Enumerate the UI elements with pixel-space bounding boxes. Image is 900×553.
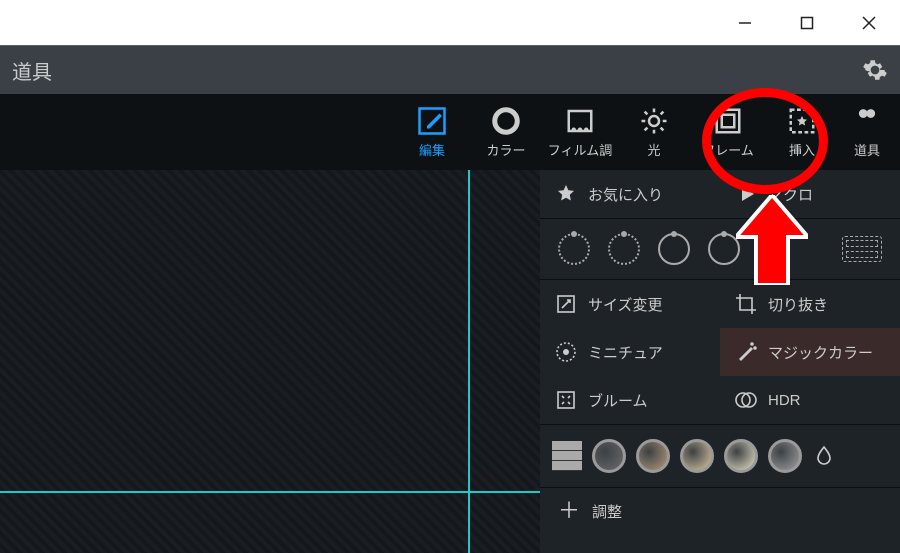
panel-crop-label: 切り抜き [768, 294, 828, 315]
gear-icon [862, 57, 888, 83]
edit-icon [417, 106, 447, 136]
wand-icon [734, 340, 758, 364]
tab-color[interactable]: カラー [470, 94, 542, 170]
panel-adjust[interactable]: ＋ 調整 [540, 487, 900, 534]
panel-hdr[interactable]: HDR [720, 376, 900, 424]
tools-icon [852, 106, 882, 136]
rotate-knob-2[interactable] [608, 233, 640, 265]
color-palette-row [540, 424, 900, 487]
close-icon [862, 16, 876, 30]
workspace: お気に入り マクロ サイズ変更 切り抜き [0, 170, 900, 553]
panel-crop[interactable]: 切り抜き [720, 280, 900, 328]
settings-button[interactable] [862, 57, 888, 83]
compare-button[interactable] [842, 236, 882, 262]
rotate-knob-3[interactable] [658, 233, 690, 265]
minimize-button[interactable] [714, 0, 776, 45]
swatch-2[interactable] [636, 439, 670, 473]
tab-color-label: カラー [486, 140, 525, 159]
swatch-4[interactable] [724, 439, 758, 473]
swatch-1[interactable] [592, 439, 626, 473]
tab-edit-label: 編集 [419, 140, 445, 159]
panel-hdr-label: HDR [768, 392, 801, 409]
star-icon [554, 182, 578, 206]
maximize-button[interactable] [776, 0, 838, 45]
panel-favorites[interactable]: お気に入り [540, 170, 720, 218]
swatch-3[interactable] [680, 439, 714, 473]
resize-icon [554, 292, 578, 316]
play-icon [734, 182, 758, 206]
menubar-title: 道具 [12, 56, 52, 85]
miniature-icon [554, 340, 578, 364]
panel-resize[interactable]: サイズ変更 [540, 280, 720, 328]
tab-frame-label: フレーム [702, 140, 754, 159]
tab-light-label: 光 [647, 140, 660, 159]
panel-bloom-label: ブルーム [588, 390, 648, 411]
panel-miniature[interactable]: ミニチュア [540, 328, 720, 376]
tab-edit[interactable]: 編集 [396, 94, 468, 170]
droplet-icon[interactable] [812, 444, 836, 468]
close-button[interactable] [838, 0, 900, 45]
bloom-icon [554, 388, 578, 412]
tab-film-label: フィルム調 [548, 140, 612, 159]
tabstrip: 編集 カラー フィルム調 光 フレーム 挿入 道具 [0, 94, 900, 170]
panel-macro-label: マクロ [768, 184, 813, 205]
hdr-icon [734, 388, 758, 412]
panel-bloom[interactable]: ブルーム [540, 376, 720, 424]
panel-favorites-label: お気に入り [588, 184, 663, 205]
tab-light[interactable]: 光 [618, 94, 690, 170]
swatch-5[interactable] [768, 439, 802, 473]
light-icon [639, 106, 669, 136]
tab-frame[interactable]: フレーム [692, 94, 764, 170]
crosshair-vertical [468, 170, 470, 553]
tab-insert[interactable]: 挿入 [766, 94, 838, 170]
panel-magic-color-label: マジックカラー [768, 342, 873, 363]
insert-icon [787, 106, 817, 136]
crosshair-horizontal [0, 491, 540, 493]
side-panel: お気に入り マクロ サイズ変更 切り抜き [540, 170, 900, 553]
tab-insert-label: 挿入 [789, 140, 815, 159]
rotation-knob-row [540, 219, 900, 279]
panel-magic-color[interactable]: マジックカラー [720, 328, 900, 376]
crop-icon [734, 292, 758, 316]
tab-tools[interactable]: 道具 [840, 94, 894, 170]
panel-miniature-label: ミニチュア [588, 342, 663, 363]
menubar: 道具 [0, 46, 900, 94]
panel-adjust-label: 調整 [592, 501, 622, 522]
maximize-icon [800, 16, 814, 30]
color-icon [491, 106, 521, 136]
film-icon [565, 106, 595, 136]
window-titlebar [0, 0, 900, 46]
canvas-area[interactable] [0, 170, 540, 553]
rotate-knob-4[interactable] [708, 233, 740, 265]
palette-list-button[interactable] [552, 441, 582, 471]
tab-film[interactable]: フィルム調 [544, 94, 616, 170]
frame-icon [713, 106, 743, 136]
panel-resize-label: サイズ変更 [588, 294, 663, 315]
panel-macro[interactable]: マクロ [720, 170, 900, 218]
minimize-icon [738, 16, 752, 30]
tab-tools-label: 道具 [854, 140, 880, 159]
rotate-knob-1[interactable] [558, 233, 590, 265]
plus-icon: ＋ [558, 500, 580, 522]
